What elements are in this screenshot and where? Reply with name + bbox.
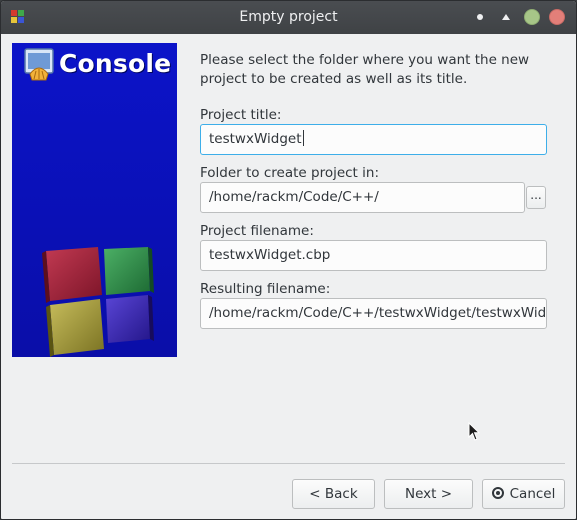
next-button[interactable]: Next > bbox=[384, 479, 473, 509]
project-title-input[interactable]: testwxWidget bbox=[200, 124, 547, 155]
cancel-icon bbox=[491, 487, 504, 499]
mouse-pointer-icon bbox=[468, 422, 480, 441]
filename-input[interactable]: testwxWidget.cbp bbox=[200, 240, 547, 271]
resulting-filename-field[interactable]: /home/rackm/Code/C++/testwxWidget/testwx… bbox=[200, 298, 547, 329]
browse-folder-button[interactable]: ... bbox=[526, 186, 546, 209]
project-title-value: testwxWidget bbox=[209, 131, 302, 147]
minimize-icon[interactable] bbox=[498, 9, 514, 25]
back-button[interactable]: < Back bbox=[292, 479, 375, 509]
wizard-window: Empty project Console Please select the … bbox=[0, 0, 577, 520]
console-shell-icon bbox=[24, 48, 54, 81]
folder-label: Folder to create project in: bbox=[200, 165, 380, 181]
filename-label: Project filename: bbox=[200, 223, 314, 239]
window-title: Empty project bbox=[239, 9, 338, 25]
maximize-icon[interactable] bbox=[524, 9, 540, 25]
cancel-button[interactable]: Cancel bbox=[482, 479, 565, 509]
intro-text: Please select the folder where you want … bbox=[200, 52, 530, 87]
wizard-banner: Console bbox=[12, 43, 177, 357]
cancel-label: Cancel bbox=[509, 486, 556, 502]
close-icon[interactable] bbox=[549, 9, 565, 25]
project-title-label: Project title: bbox=[200, 107, 282, 123]
resulting-filename-label: Resulting filename: bbox=[200, 281, 331, 297]
codeblocks-cubes-logo bbox=[42, 247, 154, 357]
banner-title: Console bbox=[59, 49, 172, 78]
text-caret bbox=[302, 130, 304, 146]
title-bar[interactable]: Empty project bbox=[1, 1, 576, 34]
button-separator bbox=[12, 463, 565, 464]
keep-above-icon[interactable] bbox=[472, 9, 488, 25]
folder-input[interactable]: /home/rackm/Code/C++/ bbox=[200, 182, 525, 213]
